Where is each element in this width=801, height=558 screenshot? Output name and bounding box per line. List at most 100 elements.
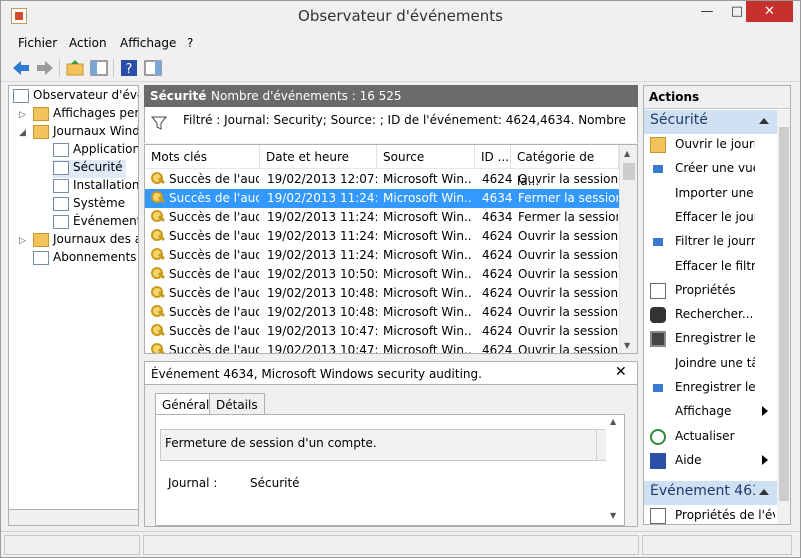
key-icon <box>151 172 165 186</box>
column-keywords[interactable]: Mots clés <box>145 145 260 169</box>
cell-id: 4624 <box>482 324 512 338</box>
cell-keyword: Succès de l'audit <box>169 172 259 186</box>
tree-forwarded-events[interactable]: Événements transférés <box>53 214 138 232</box>
cell-id: 4624 <box>482 172 512 186</box>
cell-category: Fermer la session <box>518 191 618 205</box>
expand-icon[interactable]: ▷ <box>19 110 26 120</box>
action-item[interactable]: Effacer le filtre <box>644 256 777 278</box>
tree-security[interactable]: Sécurité <box>53 160 126 178</box>
tree-subscriptions[interactable]: Abonnements <box>33 250 136 268</box>
collapse-icon <box>759 118 769 124</box>
scroll-down-icon[interactable]: ▼ <box>610 511 616 520</box>
action-item[interactable]: Importer une vue personnalisée... <box>644 183 777 205</box>
actions-group-security[interactable]: Sécurité <box>644 110 777 134</box>
column-category[interactable]: Catégorie de la... <box>511 145 619 188</box>
table-row[interactable]: Succès de l'audit 19/02/2013 11:24:58 Micr… <box>145 227 619 246</box>
forward-icon[interactable] <box>35 58 55 78</box>
actions-group-event[interactable]: Événement 4634, Microsoft Windows securi… <box>644 481 777 505</box>
log-name: Sécurité <box>150 89 207 103</box>
tree-setup[interactable]: Installation <box>53 178 138 196</box>
action-item[interactable]: Propriétés <box>644 280 777 302</box>
close-details-icon[interactable]: ✕ <box>615 364 627 380</box>
log-icon <box>53 178 69 193</box>
action-item[interactable]: Créer une vue personnalisée... <box>644 158 777 180</box>
action-label: Filtrer le journal actuel... <box>675 234 755 249</box>
menu-help[interactable]: ? <box>187 36 193 50</box>
navigation-tree: Observateur d'événements (Local) ▷ Affic… <box>8 85 139 525</box>
column-id[interactable]: ID ... <box>475 145 511 169</box>
action-item[interactable]: Enregistrer les événements filtrés... <box>644 328 777 350</box>
action-item[interactable]: Aide <box>644 450 777 472</box>
tree-windows-logs[interactable]: Journaux Windows <box>33 124 138 142</box>
actions-scrollbar[interactable] <box>777 110 790 524</box>
event-details-header: Événement 4634, Microsoft Windows securi… <box>144 361 638 385</box>
show-hide-tree-icon[interactable] <box>89 58 109 78</box>
properties-icon <box>650 282 666 299</box>
cell-id: 4624 <box>482 343 512 354</box>
menu-affichage[interactable]: Affichage <box>120 36 176 50</box>
event-count: Nombre d'événements : 16 525 <box>211 89 402 103</box>
submenu-arrow-icon <box>762 406 768 417</box>
scroll-down-icon[interactable]: ▼ <box>624 341 630 350</box>
table-row[interactable]: Succès de l'audit 19/02/2013 10:47:02 Micr… <box>145 341 619 354</box>
svg-text:?: ? <box>126 62 133 77</box>
action-label: Effacer le filtre <box>675 258 755 273</box>
column-date[interactable]: Date et heure <box>260 145 377 169</box>
table-row[interactable]: Succès de l'audit 19/02/2013 10:47:02 Micr… <box>145 322 619 341</box>
action-item[interactable]: Joindre une tâche à ce journal... <box>644 353 777 375</box>
cell-source: Microsoft Win... <box>383 305 471 319</box>
toolbar: ? <box>1 54 800 82</box>
tree-custom-views[interactable]: Affichages personnalisés <box>33 106 138 124</box>
scroll-thumb[interactable] <box>623 163 635 180</box>
expand-icon[interactable]: ▷ <box>19 236 26 246</box>
table-row[interactable]: Succès de l'audit 19/02/2013 10:50:59 Micr… <box>145 265 619 284</box>
scroll-up-icon[interactable]: ▲ <box>624 149 630 158</box>
up-folder-icon[interactable] <box>65 58 85 78</box>
action-item[interactable]: Enregistrer le filtre dans l'affichage p… <box>644 377 777 399</box>
actions-title: Actions <box>644 86 790 109</box>
cell-id: 4624 <box>482 286 512 300</box>
column-source[interactable]: Source <box>377 145 475 169</box>
action-item[interactable]: Rechercher... <box>644 304 777 326</box>
menu-action[interactable]: Action <box>69 36 107 50</box>
tree-horizontal-scrollbar[interactable] <box>8 509 139 526</box>
tree-application[interactable]: Application <box>53 142 138 160</box>
tab-general[interactable]: Général <box>155 393 217 416</box>
tree-system[interactable]: Système <box>53 196 125 214</box>
help-icon[interactable]: ? <box>119 58 139 78</box>
action-item[interactable]: Ouvrir le journal enregistré... <box>644 134 777 156</box>
action-event-properties[interactable]: Propriétés de l'événement <box>644 505 777 524</box>
table-row[interactable]: Succès de l'audit 19/02/2013 11:24:58 Micr… <box>145 189 619 208</box>
show-hide-actions-icon[interactable] <box>143 58 163 78</box>
tab-details[interactable]: Détails <box>209 393 265 415</box>
action-item[interactable]: Effacer le journal... <box>644 207 777 229</box>
action-item[interactable]: Actualiser <box>644 426 777 448</box>
cell-date: 19/02/2013 11:24:58 <box>267 210 377 224</box>
back-icon[interactable] <box>11 58 31 78</box>
minimize-button[interactable]: — <box>693 1 721 22</box>
menu-fichier[interactable]: Fichier <box>18 36 57 50</box>
close-button[interactable]: ✕ <box>746 1 793 22</box>
binoculars-icon <box>650 307 666 324</box>
table-row[interactable]: Succès de l'audit 19/02/2013 11:24:58 Micr… <box>145 246 619 265</box>
table-row[interactable]: Succès de l'audit 19/02/2013 10:48:59 Micr… <box>145 284 619 303</box>
tree-root[interactable]: Observateur d'événements (Local) <box>13 88 138 106</box>
scroll-thumb[interactable] <box>779 127 789 501</box>
table-row[interactable]: Succès de l'audit 19/02/2013 12:07:32 Micr… <box>145 170 619 189</box>
events-table: Mots clés Date et heure Source ID ... Ca… <box>144 144 638 354</box>
details-scrollbar[interactable]: ▲ ▼ <box>606 415 624 525</box>
action-item[interactable]: Filtrer le journal actuel... <box>644 231 777 253</box>
folder-icon <box>33 124 49 139</box>
refresh-icon <box>650 428 666 445</box>
tree-app-service-logs[interactable]: Journaux des applications et des service… <box>33 232 138 250</box>
event-message-box[interactable]: Fermeture de session d'un compte. <box>160 429 598 461</box>
table-vertical-scrollbar[interactable]: ▲ ▼ <box>619 145 637 353</box>
action-item[interactable]: Affichage <box>644 401 777 423</box>
collapse-icon[interactable]: ◢ <box>19 128 26 138</box>
table-row[interactable]: Succès de l'audit 19/02/2013 11:24:58 Micr… <box>145 208 619 227</box>
scroll-up-icon[interactable]: ▲ <box>610 417 616 426</box>
cell-id: 4634 <box>482 191 512 205</box>
filter-create-icon <box>650 161 666 178</box>
table-row[interactable]: Succès de l'audit 19/02/2013 10:48:59 Micr… <box>145 303 619 322</box>
log-icon <box>53 160 69 175</box>
